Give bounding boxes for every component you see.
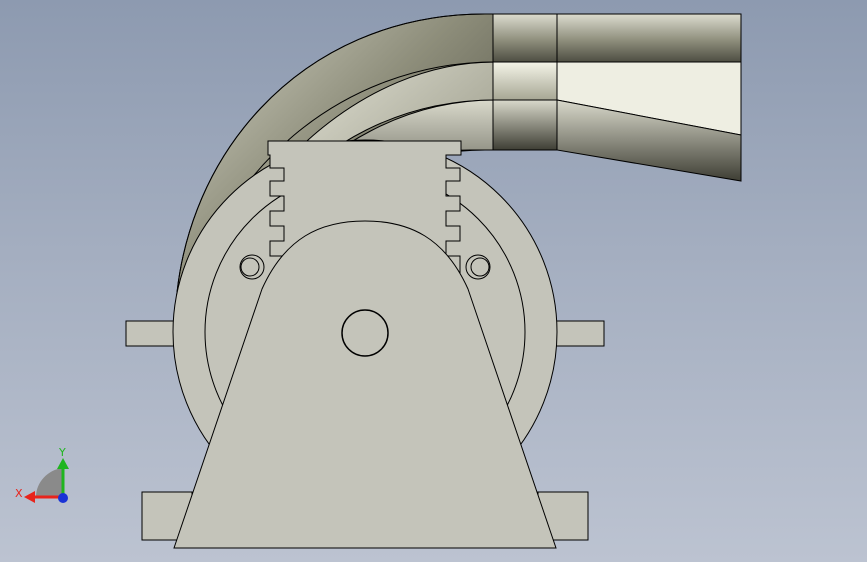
z-axis-icon bbox=[58, 493, 68, 503]
shaft-hub[interactable] bbox=[341, 309, 389, 357]
x-axis-arrow-icon bbox=[24, 491, 35, 503]
duct-coupling-middle bbox=[492, 61, 558, 101]
duct-transition-top bbox=[556, 13, 742, 63]
y-axis-label: Y bbox=[58, 446, 66, 459]
x-axis-label: X bbox=[15, 487, 23, 500]
bolt-hole-left bbox=[239, 254, 265, 280]
bolt-hole-right bbox=[465, 254, 491, 280]
duct-coupling-top bbox=[492, 13, 558, 63]
orientation-triad[interactable]: Y X bbox=[15, 446, 69, 503]
y-axis-arrow-icon bbox=[57, 458, 69, 469]
duct-coupling-bottom bbox=[492, 99, 558, 151]
triad-plane-icon bbox=[36, 468, 62, 497]
discharge-duct[interactable] bbox=[492, 13, 742, 182]
model-viewport[interactable]: Y X bbox=[0, 0, 867, 562]
